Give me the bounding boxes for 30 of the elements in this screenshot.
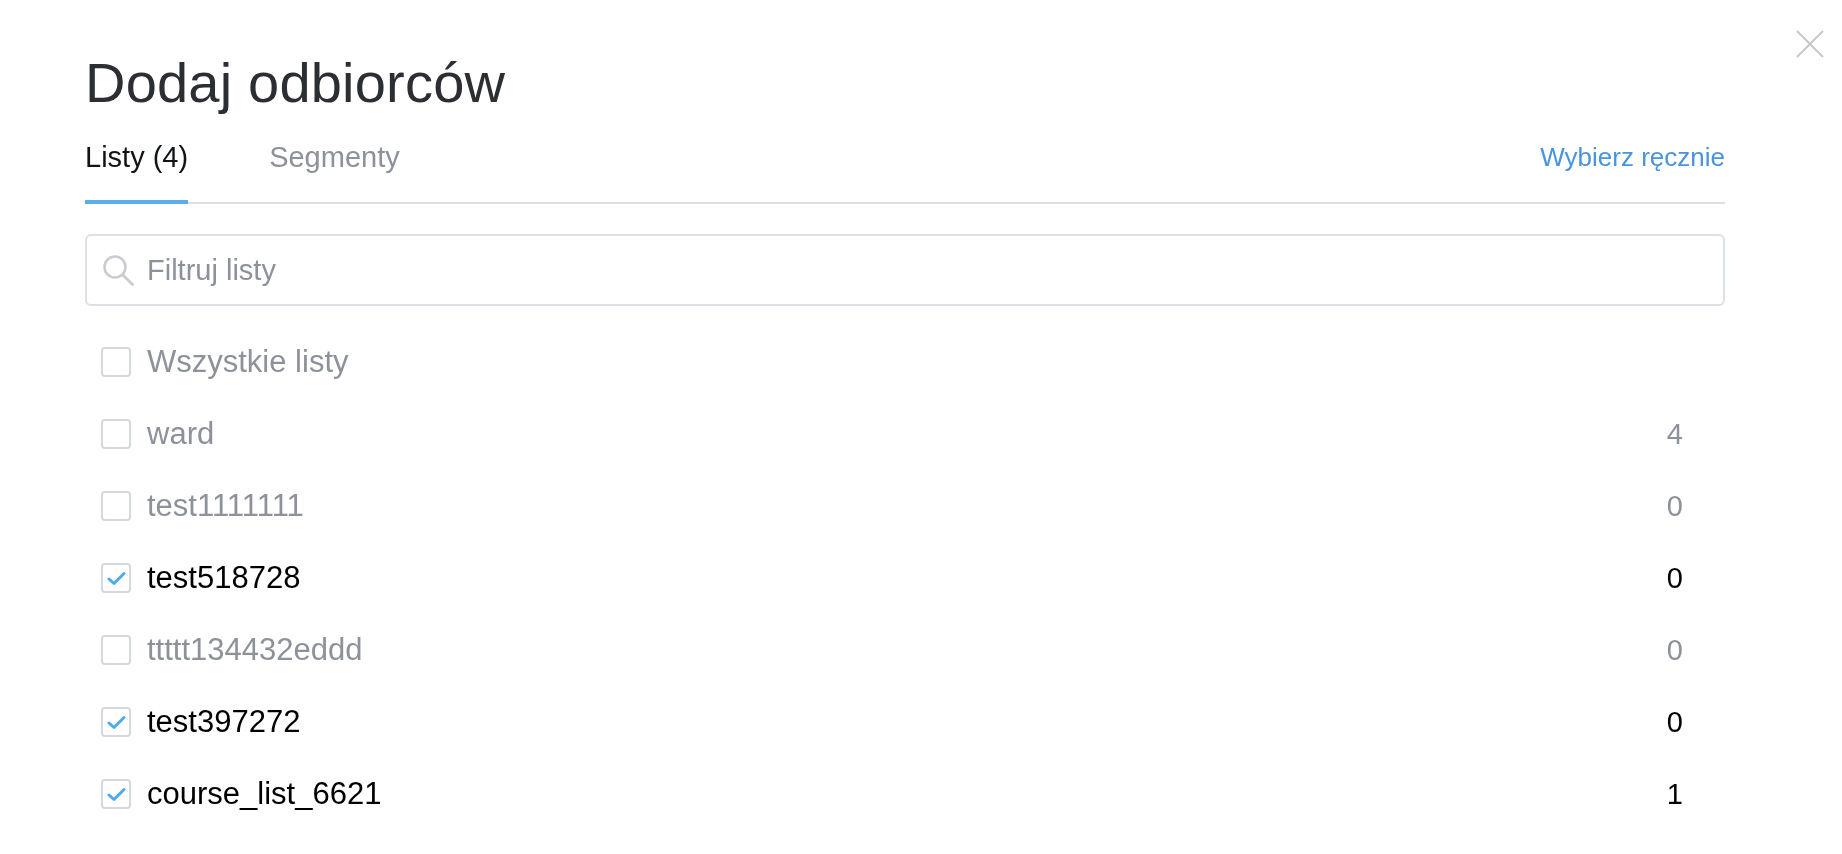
checkbox[interactable] — [101, 419, 131, 449]
tab[interactable]: Segmenty — [269, 140, 400, 204]
search-icon — [102, 254, 134, 286]
manual-select-link[interactable]: Wybierz ręcznie — [1540, 140, 1725, 174]
list-name: ttttt134432eddd — [147, 631, 363, 669]
list-count: 4 — [1666, 417, 1683, 452]
checkbox[interactable] — [101, 707, 131, 737]
tab[interactable]: Listy (4) — [85, 140, 189, 204]
checkbox[interactable] — [101, 491, 131, 521]
check-icon — [106, 786, 126, 802]
list-count: 0 — [1666, 489, 1683, 524]
check-icon — [106, 570, 126, 586]
list-count: 0 — [1666, 561, 1683, 596]
dialog-title: Dodaj odbiorców — [85, 51, 507, 115]
checkbox[interactable] — [101, 347, 131, 377]
list-name: ward — [147, 415, 215, 453]
list-count: 0 — [1666, 633, 1683, 668]
checkbox[interactable] — [101, 563, 131, 593]
checkbox[interactable] — [101, 779, 131, 809]
list-name: test1111111 — [147, 487, 304, 525]
list-count: 1 — [1666, 777, 1683, 812]
list-name: Wszystkie listy — [147, 343, 349, 381]
close-icon[interactable] — [1796, 30, 1824, 58]
check-icon — [106, 714, 126, 730]
list-count: 0 — [1666, 705, 1683, 740]
list-name: course_list_6621 — [147, 775, 382, 813]
search-field[interactable]: Filtruj listy — [85, 234, 1725, 306]
list-name: test397272 — [147, 703, 301, 741]
list-name: test518728 — [147, 559, 301, 597]
checkbox[interactable] — [101, 635, 131, 665]
